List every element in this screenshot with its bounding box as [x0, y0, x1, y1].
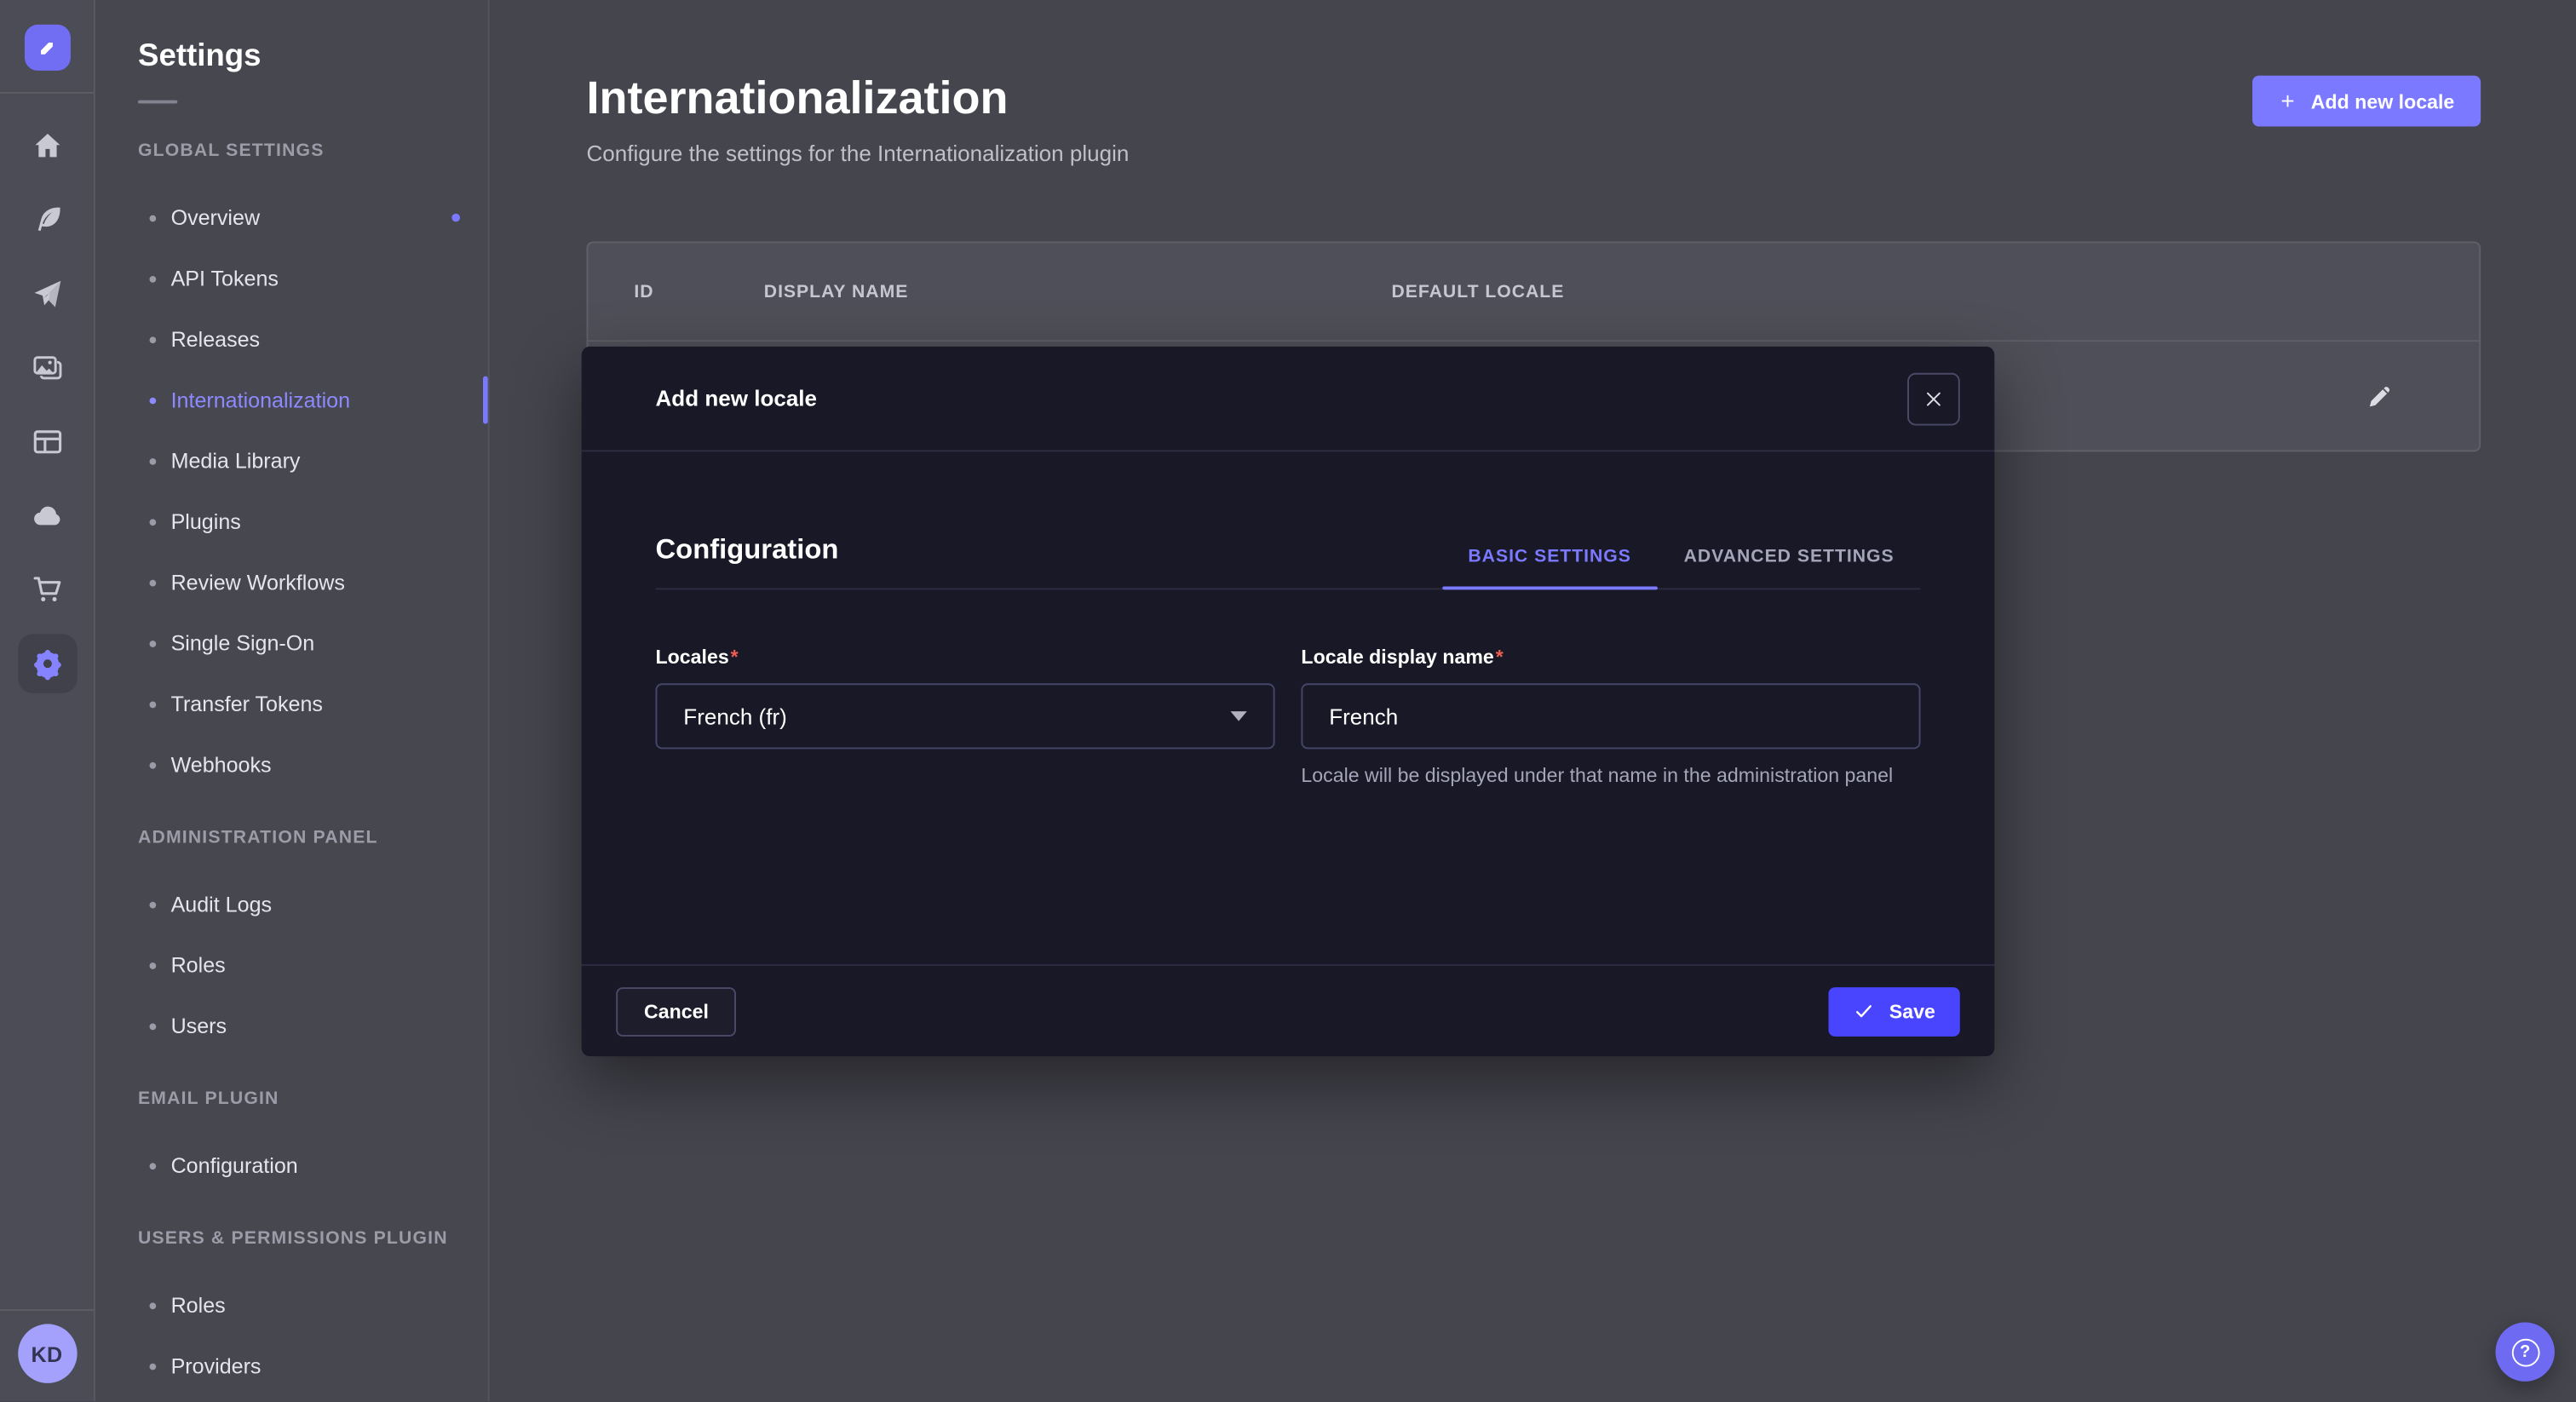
- column-header-display-name: DISPLAY NAME: [764, 282, 1392, 302]
- cart-icon[interactable]: [0, 552, 95, 626]
- bullet-icon: [149, 579, 156, 586]
- bullet-icon: [149, 701, 156, 708]
- gear-icon[interactable]: [0, 626, 95, 700]
- modal-title: Add new locale: [655, 386, 817, 411]
- bullet-icon: [149, 1301, 156, 1308]
- bullet-icon: [149, 962, 156, 968]
- modal-body: Configuration BASIC SETTINGS ADVANCED SE…: [582, 534, 1995, 790]
- page-subtitle: Configure the settings for the Internati…: [586, 141, 2575, 166]
- bullet-icon: [149, 275, 156, 282]
- home-icon[interactable]: [0, 108, 95, 182]
- avatar[interactable]: KD: [17, 1324, 76, 1382]
- required-asterisk: *: [1496, 646, 1504, 669]
- tab-advanced-settings[interactable]: ADVANCED SETTINGS: [1658, 547, 1921, 588]
- sidebar-item-transfer-tokens[interactable]: Transfer Tokens: [95, 674, 488, 734]
- locale-display-name-label: Locale display name*: [1301, 646, 1920, 669]
- strapi-logo-icon[interactable]: [24, 25, 70, 71]
- sidebar-item-internationalization[interactable]: Internationalization: [95, 370, 488, 430]
- bullet-icon: [149, 397, 156, 404]
- cancel-button[interactable]: Cancel: [616, 986, 736, 1036]
- icon-rail: KD: [0, 0, 95, 1401]
- bullet-icon: [149, 761, 156, 768]
- sidebar-item-admin-users[interactable]: Users: [95, 996, 488, 1056]
- app-window: KD Settings GLOBAL SETTINGS Overview API…: [0, 0, 2576, 1401]
- sidebar-item-review-workflows[interactable]: Review Workflows: [95, 552, 488, 612]
- section-label-global-settings: GLOBAL SETTINGS: [95, 141, 488, 161]
- feather-icon[interactable]: [0, 182, 95, 256]
- sidebar-item-up-providers[interactable]: Providers: [95, 1336, 488, 1396]
- modal-footer: Cancel Save: [582, 964, 1995, 1056]
- bullet-icon: [149, 1023, 156, 1030]
- sidebar-item-email-configuration[interactable]: Configuration: [95, 1135, 488, 1196]
- bullet-icon: [149, 901, 156, 908]
- bullet-icon: [149, 457, 156, 464]
- layout-icon[interactable]: [0, 404, 95, 478]
- sidebar-title: Settings: [95, 0, 488, 76]
- help-button[interactable]: ?: [2495, 1322, 2554, 1381]
- bullet-icon: [149, 1162, 156, 1169]
- table-header-row: ID DISPLAY NAME DEFAULT LOCALE: [588, 243, 2479, 342]
- rail-divider: [0, 1309, 94, 1311]
- notification-dot-icon: [451, 214, 460, 222]
- sidebar-item-up-roles[interactable]: Roles: [95, 1275, 488, 1336]
- cloud-icon[interactable]: [0, 478, 95, 552]
- question-mark-icon: ?: [2511, 1338, 2539, 1366]
- sidebar-item-media-library[interactable]: Media Library: [95, 430, 488, 491]
- sidebar-item-plugins[interactable]: Plugins: [95, 491, 488, 552]
- bullet-icon: [149, 640, 156, 646]
- required-asterisk: *: [731, 646, 739, 669]
- bullet-icon: [149, 215, 156, 221]
- chevron-down-icon: [1230, 711, 1246, 721]
- configuration-heading: Configuration: [655, 534, 838, 589]
- bullet-icon: [149, 336, 156, 342]
- locales-label: Locales*: [655, 646, 1274, 669]
- tab-basic-settings[interactable]: BASIC SETTINGS: [1442, 547, 1658, 588]
- add-new-locale-button[interactable]: Add new locale: [2251, 76, 2481, 127]
- sidebar-item-single-sign-on[interactable]: Single Sign-On: [95, 612, 488, 673]
- sidebar-item-admin-roles[interactable]: Roles: [95, 934, 488, 995]
- bullet-icon: [149, 1363, 156, 1370]
- modal-header: Add new locale: [582, 347, 1995, 451]
- section-label-administration-panel: ADMINISTRATION PANEL: [95, 828, 488, 848]
- sidebar-item-releases[interactable]: Releases: [95, 309, 488, 370]
- settings-sidebar: Settings GLOBAL SETTINGS Overview API To…: [95, 0, 490, 1401]
- pencil-icon[interactable]: [2366, 382, 2394, 410]
- sidebar-item-api-tokens[interactable]: API Tokens: [95, 248, 488, 308]
- locale-display-name-input[interactable]: [1301, 683, 1920, 749]
- sidebar-item-overview[interactable]: Overview: [95, 187, 488, 248]
- check-icon: [1853, 1000, 1874, 1021]
- section-label-users-permissions-plugin: USERS & PERMISSIONS PLUGIN: [95, 1229, 488, 1249]
- paper-plane-icon[interactable]: [0, 256, 95, 330]
- sidebar-item-webhooks[interactable]: Webhooks: [95, 734, 488, 795]
- save-button[interactable]: Save: [1828, 986, 1959, 1036]
- locales-select-value: French (fr): [683, 704, 787, 728]
- pictures-icon[interactable]: [0, 330, 95, 405]
- title-divider: [138, 101, 177, 104]
- sidebar-item-audit-logs[interactable]: Audit Logs: [95, 874, 488, 934]
- add-new-locale-modal: Add new locale Configuration BASIC SETTI…: [582, 347, 1995, 1056]
- close-icon[interactable]: [1907, 372, 1960, 425]
- column-header-default-locale: DEFAULT LOCALE: [1391, 282, 2479, 302]
- column-header-id: ID: [588, 282, 763, 302]
- plus-icon: [2278, 92, 2296, 110]
- bullet-icon: [149, 518, 156, 525]
- section-label-email-plugin: EMAIL PLUGIN: [95, 1089, 488, 1109]
- locales-select[interactable]: French (fr): [655, 683, 1274, 749]
- settings-tabs: BASIC SETTINGS ADVANCED SETTINGS: [1442, 547, 1921, 588]
- locale-display-name-hint: Locale will be displayed under that name…: [1301, 762, 1920, 790]
